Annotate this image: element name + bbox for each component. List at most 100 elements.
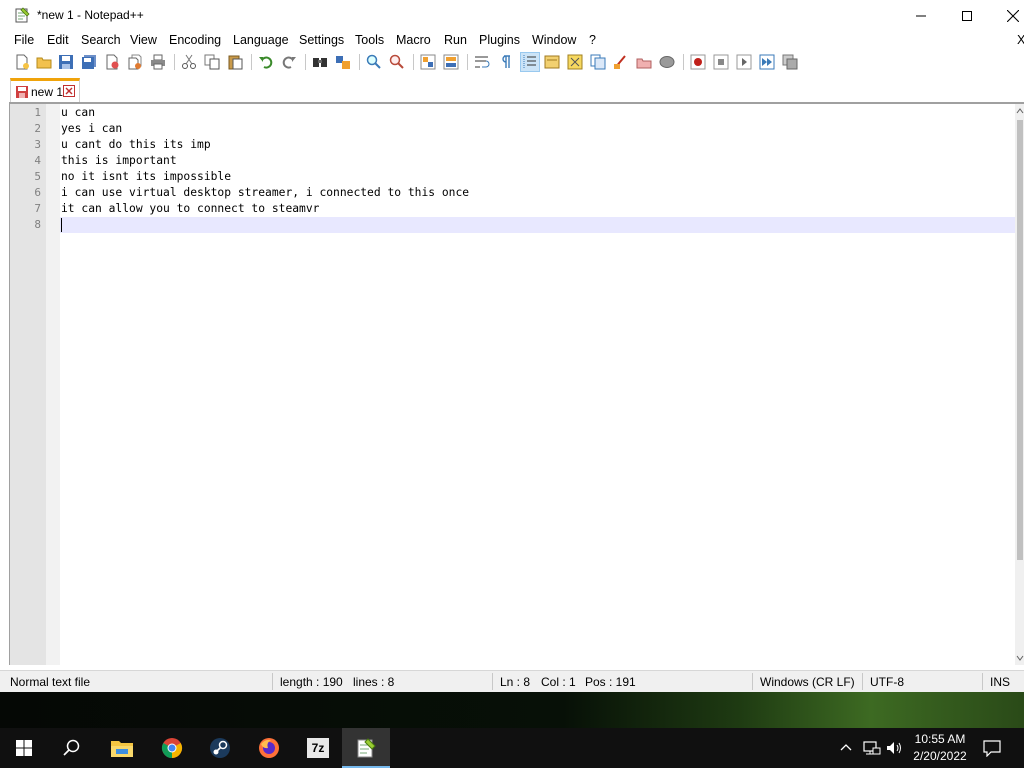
text-caret [61,218,62,232]
close-window-button[interactable] [990,0,1024,31]
toolbar-separator [467,54,468,70]
code-line[interactable]: i can use virtual desktop streamer, i co… [61,185,469,201]
sync-horizontal-icon[interactable] [443,54,459,70]
save-icon[interactable] [58,54,74,70]
clock-date: 2/20/2022 [913,749,967,763]
copy-icon[interactable] [204,54,220,70]
code-line[interactable]: u can [61,105,95,121]
line-number: 6 [34,186,41,199]
tab-close-icon[interactable] [63,85,75,97]
notifications-icon[interactable] [983,740,1001,757]
firefox-icon [259,738,279,758]
start-button[interactable] [0,728,48,768]
menu-help[interactable]: ? [589,33,596,47]
zoom-out-icon[interactable] [389,54,405,70]
title-bar[interactable]: *new 1 - Notepad++ [0,0,1024,31]
replace-icon[interactable] [335,54,351,70]
menu-file[interactable]: File [14,33,34,47]
scroll-down-arrow-icon[interactable] [1016,654,1024,662]
macro-stop-icon[interactable] [713,54,729,70]
taskbar-search-button[interactable] [48,728,96,768]
tab-label: new 1 [31,85,64,99]
print-icon[interactable] [150,54,166,70]
menu-search[interactable]: Search [81,33,121,47]
network-icon[interactable] [863,740,881,756]
vertical-scrollbar[interactable] [1015,104,1024,665]
menu-window[interactable]: Window [532,33,576,47]
menu-run[interactable]: Run [444,33,467,47]
macro-save-icon[interactable] [782,54,798,70]
macro-play-icon[interactable] [736,54,752,70]
status-length: length : 190 [280,675,343,689]
sync-vertical-icon[interactable] [420,54,436,70]
7zip-icon: 7z [307,738,329,758]
menu-settings[interactable]: Settings [299,33,344,47]
menu-edit[interactable]: Edit [47,33,69,47]
clock-time: 10:55 AM [914,732,966,746]
toolbar-separator [174,54,175,70]
macro-play-multiple-icon[interactable] [759,54,775,70]
code-line[interactable]: no it isnt its impossible [61,169,231,185]
close-all-icon[interactable] [127,54,143,70]
minimize-icon [916,15,926,16]
taskbar-7zip[interactable]: 7z [294,728,342,768]
show-all-characters-icon[interactable] [497,54,513,70]
taskbar-file-explorer[interactable] [98,728,146,768]
monitoring-icon[interactable] [636,54,652,70]
menu-language[interactable]: Language [233,33,289,47]
folder-as-workspace-icon[interactable] [613,54,629,70]
indent-guide-icon[interactable] [522,54,538,70]
macro-record-icon[interactable] [690,54,706,70]
code-line[interactable]: it can allow you to connect to steamvr [61,201,319,217]
open-file-icon[interactable] [36,54,52,70]
system-clock[interactable]: 10:55 AM 2/20/2022 [905,731,975,765]
close-document-x[interactable]: X [1017,33,1024,47]
taskbar-notepadpp[interactable] [342,728,390,768]
doc-map-icon[interactable] [567,54,583,70]
paste-icon[interactable] [227,54,243,70]
word-wrap-icon[interactable] [474,54,490,70]
volume-icon[interactable] [886,740,904,756]
scroll-up-arrow-icon[interactable] [1016,107,1024,115]
close-icon [1007,9,1019,22]
find-icon[interactable] [312,54,328,70]
taskbar-chrome[interactable] [148,728,196,768]
menu-encoding[interactable]: Encoding [169,33,221,47]
code-line[interactable]: u cant do this its imp [61,137,211,153]
status-separator [862,673,863,690]
maximize-button[interactable] [944,0,990,31]
line-number: 7 [34,202,41,215]
close-file-icon[interactable] [104,54,120,70]
current-line-highlight [60,217,1015,233]
scrollbar-thumb[interactable] [1017,120,1023,560]
function-list-icon[interactable] [590,54,606,70]
line-number: 5 [34,170,41,183]
toolbar-separator [251,54,252,70]
new-file-icon[interactable] [14,54,30,70]
undo-icon[interactable] [258,54,274,70]
redo-icon[interactable] [281,54,297,70]
fold-margin[interactable] [46,104,60,665]
editor-area[interactable]: 1 2 3 4 5 6 7 8 u can yes i can u cant d… [9,102,1024,665]
user-language-icon[interactable] [544,54,560,70]
show-hidden-icons-chevron-icon[interactable] [840,740,852,756]
code-line[interactable]: this is important [61,153,177,169]
menu-macro[interactable]: Macro [396,33,431,47]
menu-tools[interactable]: Tools [355,33,384,47]
status-eol-format: Windows (CR LF) [760,675,855,689]
menu-plugins[interactable]: Plugins [479,33,520,47]
code-line[interactable]: yes i can [61,121,122,137]
zoom-in-icon[interactable] [366,54,382,70]
status-file-type: Normal text file [10,675,91,689]
save-all-icon[interactable] [81,54,97,70]
taskbar-steam[interactable] [196,728,244,768]
tab-new-1[interactable]: new 1 [10,78,80,102]
taskbar-firefox[interactable] [245,728,293,768]
status-lines: lines : 8 [353,675,395,689]
line-number: 2 [34,122,41,135]
taskbar: 7z 10:55 AM 2/20/2022 [0,728,1024,768]
menu-view[interactable]: View [130,33,157,47]
minimize-button[interactable] [898,0,944,31]
cut-icon[interactable] [181,54,197,70]
disk-icon[interactable] [659,54,675,70]
